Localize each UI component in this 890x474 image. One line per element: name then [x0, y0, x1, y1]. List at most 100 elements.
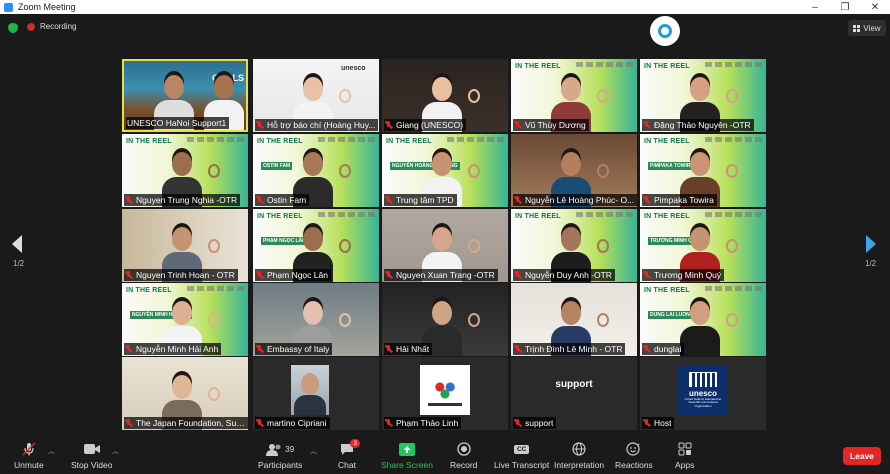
- participant-name: Nguyễn Lê Hoàng Phúc- O...: [525, 195, 635, 205]
- muted-microphone-icon: [256, 121, 264, 129]
- stop-video-button[interactable]: Stop Video: [71, 442, 112, 470]
- muted-microphone-icon: [125, 345, 133, 353]
- unmute-label: Unmute: [14, 460, 44, 470]
- participant-tile[interactable]: IN THE REEL TRƯƠNG MINH QUÝ Trương Minh Qu…: [640, 209, 766, 282]
- participant-tile[interactable]: IN THE REEL Nguyen Trung Nghia -OTR: [122, 134, 248, 207]
- security-shield-icon[interactable]: [8, 23, 18, 33]
- live-transcript-button[interactable]: CC Live Transcript: [494, 442, 549, 470]
- chat-icon: 3: [339, 439, 360, 456]
- reactions-button[interactable]: + Reactions: [615, 442, 653, 470]
- sponsor-logos-icon: [705, 212, 763, 217]
- participant-name: Embassy of Italy: [267, 344, 330, 354]
- participant-tile[interactable]: unesco Hỗ trợ báo chí (Hoàng Huy...: [253, 59, 379, 132]
- reactions-label: Reactions: [615, 460, 653, 470]
- sponsor-logos-icon: [705, 286, 763, 291]
- participant-tile[interactable]: Nguyễn Lê Hoàng Phúc- O...: [511, 134, 637, 207]
- ok-hand-gesture-icon: [208, 387, 220, 401]
- banner-title: IN THE REEL: [386, 138, 432, 145]
- participant-tile[interactable]: Hải Nhất: [382, 283, 508, 356]
- participant-tile[interactable]: GOALSUNESCO HaNoi Support1: [122, 59, 248, 132]
- sponsor-logos-icon: [576, 212, 634, 217]
- participant-tile[interactable]: Trịnh Đình Lê Minh - OTR: [511, 283, 637, 356]
- ok-hand-gesture-icon: [468, 89, 480, 103]
- participant-name-label: Phạm Ngọc Lân: [255, 269, 331, 281]
- participant-name: Nguyễn Duy Anh -OTR: [525, 270, 612, 280]
- ok-hand-gesture-icon: [597, 239, 609, 253]
- participant-name: Pimpaka Towira: [654, 195, 714, 205]
- view-button[interactable]: View: [848, 20, 886, 36]
- muted-microphone-icon: [256, 419, 264, 427]
- ok-hand-gesture-icon: [597, 89, 609, 103]
- participant-tile[interactable]: Embassy of Italy: [253, 283, 379, 356]
- participant-tile[interactable]: IN THE REEL NGUYỄN MINH HẢI ANH Nguyễn Min…: [122, 283, 248, 356]
- interpretation-button[interactable]: Interpretation: [554, 442, 604, 470]
- participant-name: Giang (UNESCO): [396, 120, 464, 130]
- participant-name-label: Trung tâm TPD: [384, 194, 457, 206]
- participant-tile[interactable]: support support: [511, 357, 637, 430]
- window-title: Zoom Meeting: [18, 2, 76, 12]
- participant-name: dunglai: [654, 344, 682, 354]
- participant-tile[interactable]: The Japan Foundation, Sug...: [122, 357, 248, 430]
- sponsor-logos-icon: [705, 62, 763, 67]
- participants-count: 39: [285, 444, 295, 454]
- muted-microphone-icon: [256, 196, 264, 204]
- unmute-button[interactable]: Unmute: [14, 442, 44, 470]
- ok-hand-gesture-icon: [726, 164, 738, 178]
- next-page-arrow-icon[interactable]: [866, 235, 876, 253]
- participant-tile[interactable]: Nguyen Xuan Trang -OTR: [382, 209, 508, 282]
- unesco-logo-icon: unesco United Nations Educational, Scient…: [678, 365, 728, 415]
- record-button[interactable]: Record: [450, 442, 477, 470]
- participant-name: Phạm Ngọc Lân: [267, 270, 328, 280]
- maximize-button[interactable]: ❐: [830, 0, 860, 14]
- video-options-chevron-icon[interactable]: ︿: [112, 446, 119, 456]
- ok-hand-gesture-icon: [597, 313, 609, 327]
- chat-bubble-float-icon[interactable]: [650, 16, 680, 46]
- participant-tile[interactable]: IN THE REEL Nguyễn Duy Anh -OTR: [511, 209, 637, 282]
- closed-caption-icon: CC: [513, 442, 530, 456]
- previous-page-arrow-icon[interactable]: [12, 235, 22, 253]
- participant-name: Nguyễn Minh Hải Anh: [136, 344, 219, 354]
- zoom-logo-icon: [4, 2, 13, 12]
- banner-title: IN THE REEL: [644, 138, 690, 145]
- participant-tile[interactable]: unesco United Nations Educational, Scient…: [640, 357, 766, 430]
- share-screen-button[interactable]: Share Screen: [381, 442, 433, 470]
- unesco-logo-subtext: United Nations Educational, Scientific a…: [684, 396, 722, 408]
- apps-button[interactable]: Apps: [675, 442, 694, 470]
- muted-microphone-icon: [125, 196, 133, 204]
- participant-tile[interactable]: IN THE REEL Vũ Thùy Dương: [511, 59, 637, 132]
- banner-title: IN THE REEL: [126, 138, 172, 145]
- ok-hand-gesture-icon: [468, 239, 480, 253]
- banner-title: IN THE REEL: [257, 213, 303, 220]
- audio-options-chevron-icon[interactable]: ︿: [48, 446, 55, 456]
- participant-tile[interactable]: martino Cipriani: [253, 357, 379, 430]
- recording-label: Recording: [40, 22, 77, 31]
- participant-name-label: Ostin Fam: [255, 194, 310, 206]
- record-dot-icon: [27, 22, 35, 31]
- participants-options-chevron-icon[interactable]: ︿: [310, 446, 317, 456]
- participant-name-label: dunglai: [642, 343, 685, 355]
- participant-tile[interactable]: Nguyen Trinh Hoan - OTR: [122, 209, 248, 282]
- participant-name-label: Trương Minh Quý: [642, 269, 725, 281]
- banner-title: IN THE REEL: [257, 138, 303, 145]
- participant-tile[interactable]: IN THE REEL PHẠM NGỌC LÂN Phạm Ngọc Lân: [253, 209, 379, 282]
- participant-tile[interactable]: IN THE REEL DUNG LAI LUONG LAI dunglai: [640, 283, 766, 356]
- participant-name-label: support: [513, 417, 557, 429]
- chat-label: Chat: [338, 460, 356, 470]
- share-screen-label: Share Screen: [381, 460, 433, 470]
- participant-name: martino Cipriani: [267, 418, 327, 428]
- muted-microphone-icon: [514, 121, 522, 129]
- participant-tile[interactable]: Giang (UNESCO): [382, 59, 508, 132]
- muted-microphone-icon: [385, 271, 393, 279]
- participant-tile[interactable]: IN THE REEL OSTIN FAM Ostin Fam: [253, 134, 379, 207]
- minimize-button[interactable]: –: [800, 0, 830, 14]
- recording-indicator[interactable]: Recording: [27, 22, 76, 31]
- support-display-name: support: [555, 379, 593, 390]
- participants-button[interactable]: 39 Participants: [258, 442, 302, 470]
- participant-tile[interactable]: IN THE REEL NGUYỄN HOÀNG PHƯƠNG Trung tâm …: [382, 134, 508, 207]
- close-button[interactable]: ✕: [860, 0, 890, 14]
- participant-tile[interactable]: IN THE REEL Đặng Thảo Nguyên -OTR: [640, 59, 766, 132]
- chat-button[interactable]: 3 Chat: [338, 439, 360, 470]
- participant-tile[interactable]: Phạm Thảo Linh: [382, 357, 508, 430]
- participant-tile[interactable]: IN THE REEL PIMPAKA TOWIRA Pimpaka Towira: [640, 134, 766, 207]
- leave-button[interactable]: Leave: [843, 447, 881, 465]
